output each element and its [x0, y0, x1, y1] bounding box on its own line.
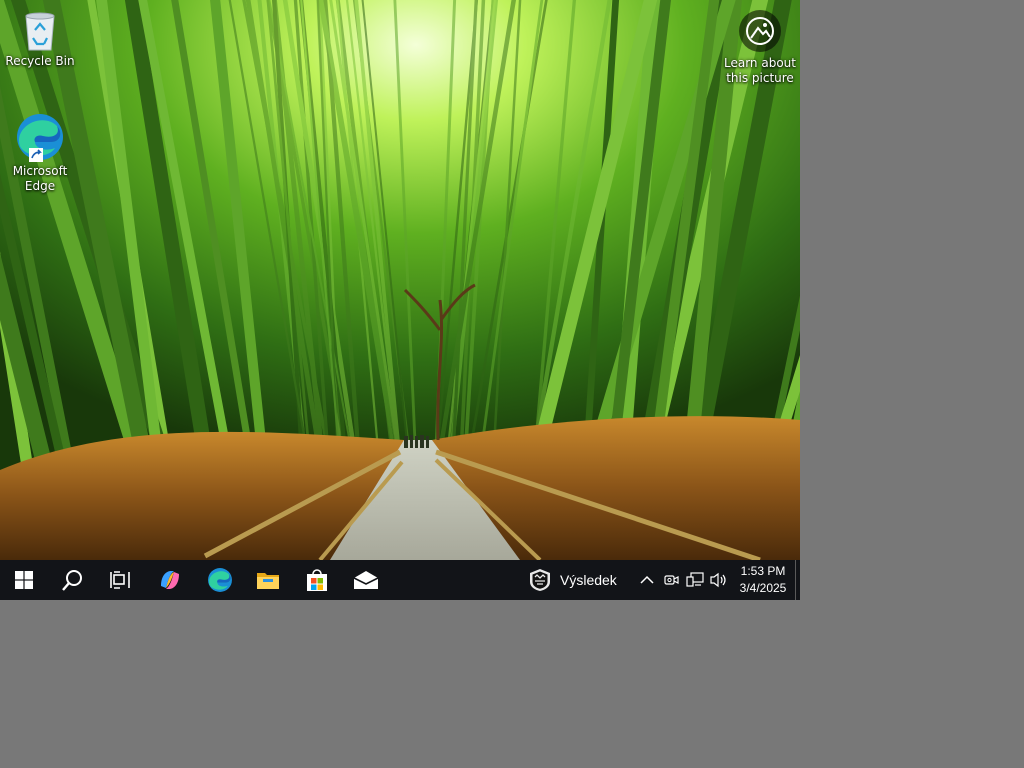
edge-icon — [17, 114, 63, 162]
desktop-wallpaper — [0, 0, 800, 560]
news-widget-label: Výsledek — [560, 572, 617, 588]
taskbar-file-explorer-button[interactable] — [244, 560, 292, 600]
edge-icon — [208, 568, 232, 592]
folder-icon — [257, 573, 279, 589]
show-hidden-icons-button[interactable] — [637, 570, 657, 590]
recycle-bin-desktop-icon[interactable]: Recycle Bin — [1, 8, 79, 69]
clock-date: 3/4/2025 — [739, 581, 787, 595]
store-icon — [307, 569, 327, 591]
taskbar-mail-button[interactable] — [342, 560, 390, 600]
copilot-icon — [161, 571, 179, 589]
mail-icon — [353, 571, 379, 589]
volume-icon — [710, 572, 726, 588]
taskbar-edge-button[interactable] — [196, 560, 244, 600]
show-desktop-button[interactable] — [795, 560, 800, 600]
taskbar-copilot-button[interactable] — [146, 560, 194, 600]
search-icon — [62, 570, 82, 591]
meet-now-button[interactable] — [661, 570, 681, 590]
chevron-up-icon — [640, 575, 654, 584]
nhl-icon — [530, 569, 550, 591]
start-button[interactable] — [0, 560, 48, 600]
desktop-screen: Recycle Bin Microsoft Edge Learn about t… — [0, 0, 800, 600]
system-clock[interactable]: 1:53 PM 3/4/2025 — [734, 563, 792, 597]
task-view-button[interactable] — [96, 560, 144, 600]
network-icon — [686, 572, 704, 587]
news-widget[interactable]: Výsledek — [528, 560, 617, 600]
volume-button[interactable] — [709, 570, 729, 590]
clock-time: 1:53 PM — [740, 564, 786, 578]
edge-desktop-label: Microsoft Edge — [12, 164, 68, 193]
edge-desktop-icon[interactable]: Microsoft Edge — [1, 112, 79, 194]
learn-about-picture[interactable]: Learn about this picture — [722, 10, 798, 86]
windows-logo-icon — [15, 571, 33, 589]
task-view-icon — [110, 571, 130, 589]
search-button[interactable] — [48, 560, 96, 600]
learn-about-picture-label: Learn about this picture — [724, 56, 796, 85]
recycle-bin-label: Recycle Bin — [5, 54, 75, 68]
taskbar: Výsledek 1:53 PM 3/4/2025 — [0, 560, 800, 600]
camera-icon — [739, 10, 781, 52]
recycle-bin-icon — [25, 12, 55, 51]
meet-now-icon — [664, 575, 679, 585]
network-button[interactable] — [685, 570, 705, 590]
taskbar-store-button[interactable] — [293, 560, 341, 600]
